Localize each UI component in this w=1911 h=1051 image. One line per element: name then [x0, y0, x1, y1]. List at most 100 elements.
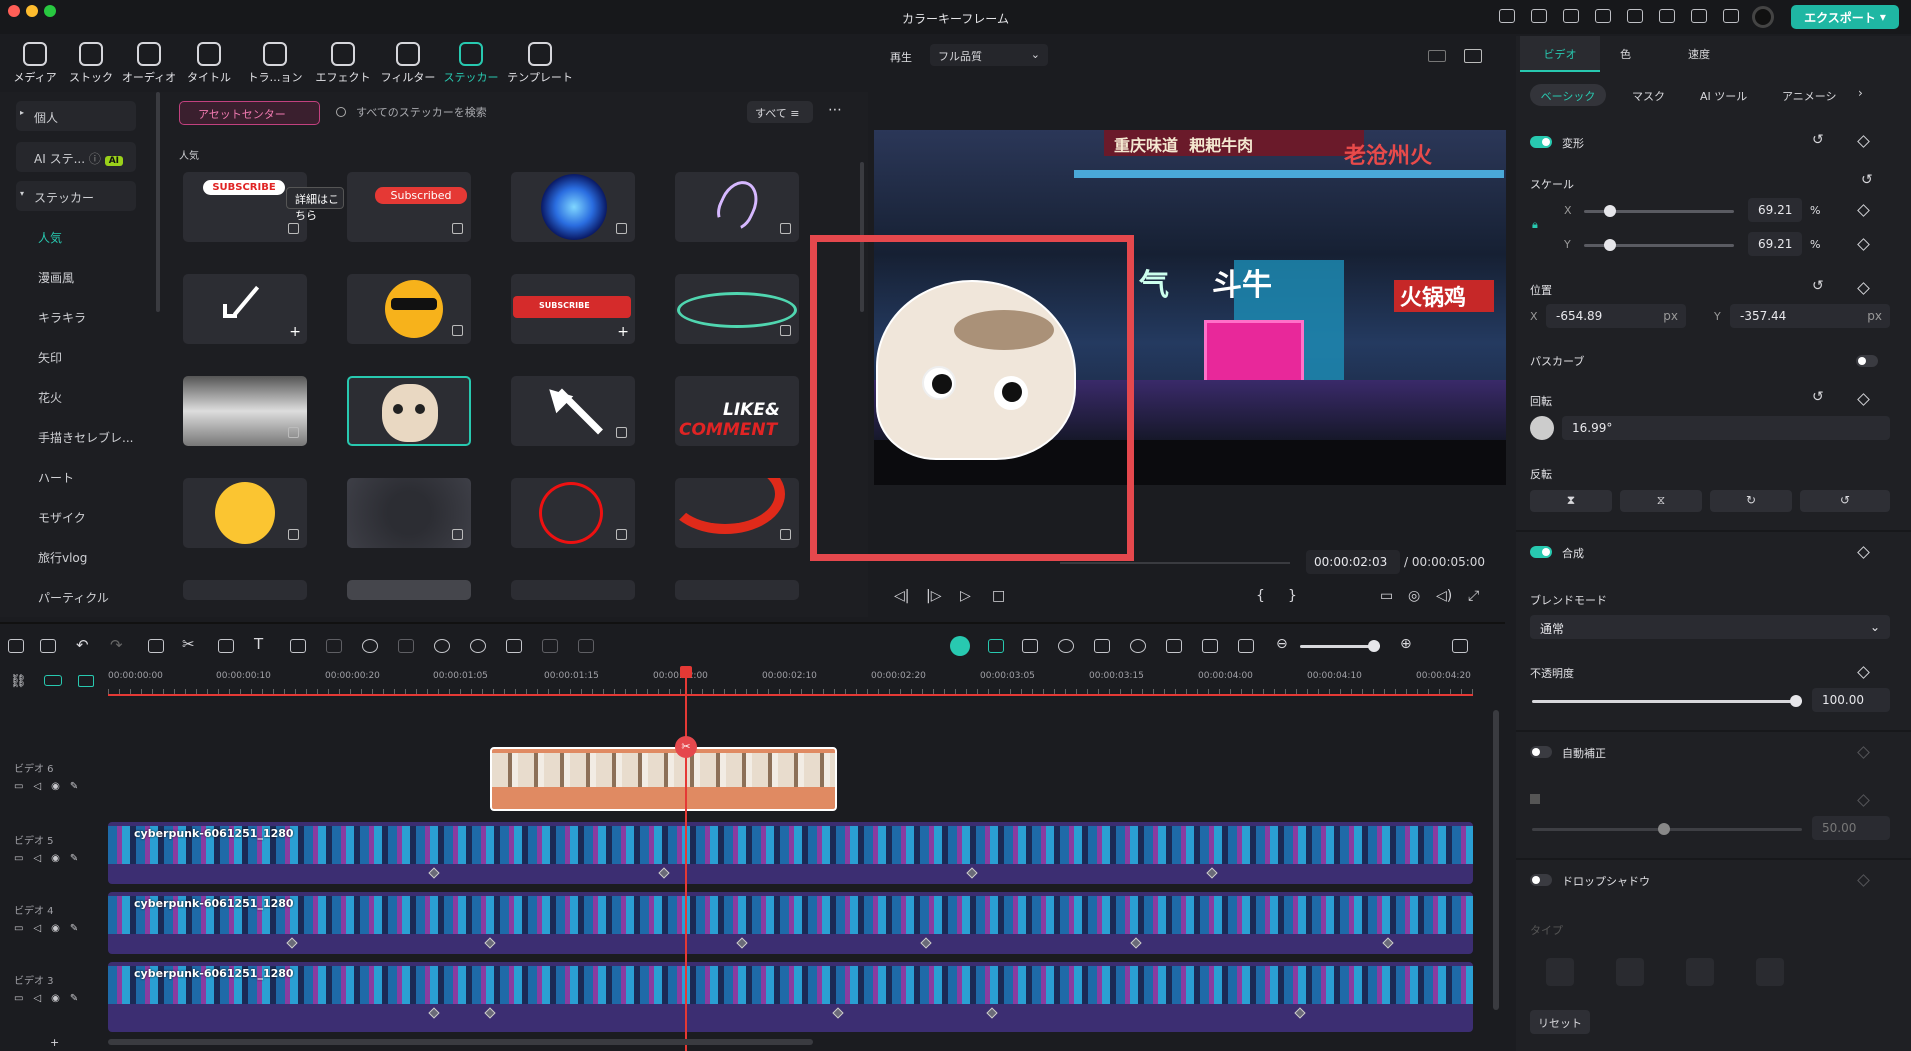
video-clip-track3[interactable]: cyberpunk-6061251_1280: [108, 962, 1473, 1032]
keyframe-icon[interactable]: [1857, 393, 1870, 406]
auto-enhance-toggle[interactable]: [1530, 746, 1552, 758]
shadow-type-option[interactable]: [1616, 958, 1644, 986]
save-icon[interactable]: [1627, 9, 1643, 23]
tab-video[interactable]: ビデオ: [1520, 36, 1600, 72]
send-icon[interactable]: [1531, 9, 1547, 23]
tab-audio[interactable]: オーディオ: [120, 36, 178, 85]
zoom-in-icon[interactable]: ⊕: [1400, 636, 1412, 652]
track-controls[interactable]: ▭◁◉✎: [14, 923, 108, 934]
timeline-h-scrollbar[interactable]: [108, 1039, 813, 1045]
crop-icon[interactable]: [218, 639, 234, 653]
magnet-icon[interactable]: [44, 675, 62, 686]
grid-icon[interactable]: [1428, 50, 1446, 62]
mark-out-icon[interactable]: }: [1288, 588, 1297, 604]
shadow-type-option[interactable]: [1756, 958, 1784, 986]
sticker-partial[interactable]: [347, 580, 471, 600]
rotate-ccw-button[interactable]: ↺: [1800, 490, 1890, 512]
shield-icon[interactable]: [1094, 639, 1110, 653]
playback-progress[interactable]: [1060, 562, 1290, 564]
redo-icon[interactable]: ↷: [110, 636, 123, 654]
sidebar-item-personal[interactable]: ▸ 個人: [16, 101, 136, 131]
tab-effects[interactable]: エフェクト: [314, 36, 372, 85]
download-icon[interactable]: [616, 427, 627, 438]
text-icon[interactable]: T: [254, 635, 263, 653]
keyframe-icon[interactable]: [1857, 546, 1870, 559]
mic-icon[interactable]: [1130, 639, 1146, 653]
media-icon[interactable]: [1563, 9, 1579, 23]
tag-icon[interactable]: [506, 639, 522, 653]
scopes-icon[interactable]: [1464, 49, 1482, 63]
download-icon[interactable]: [452, 223, 463, 234]
timeline-v-scrollbar[interactable]: [1493, 710, 1499, 1010]
sticker-like-comment[interactable]: LIKE& COMMENT: [675, 376, 799, 446]
video-clip-track5[interactable]: cyberpunk-6061251_1280: [108, 822, 1473, 884]
sticker-partial[interactable]: [675, 580, 799, 600]
tab-media[interactable]: メディア: [6, 36, 64, 85]
sidebar-item-handdrawn[interactable]: 手描きセレブレ...: [20, 421, 140, 451]
slider-knob[interactable]: [1368, 640, 1380, 652]
split-marker-icon[interactable]: ✂: [675, 736, 697, 758]
subtab-animation[interactable]: アニメーシ: [1782, 88, 1837, 104]
track-controls[interactable]: ▭◁◉✎: [14, 853, 108, 864]
cloud-icon[interactable]: [1659, 9, 1675, 23]
auto-enhance-slider[interactable]: [1532, 823, 1802, 835]
filter-dropdown[interactable]: すべて ≡: [747, 101, 813, 123]
download-icon[interactable]: [288, 223, 299, 234]
download-icon[interactable]: [288, 529, 299, 540]
rotation-dial[interactable]: [1530, 416, 1554, 440]
render-icon[interactable]: [950, 636, 970, 656]
layout-icon[interactable]: [1595, 9, 1611, 23]
play-slow-icon[interactable]: |▷: [926, 588, 941, 604]
delete-icon[interactable]: [148, 639, 164, 653]
keyframe-icon[interactable]: [1857, 238, 1870, 251]
sidebar-item-ai-sticker[interactable]: AI ステ... ⓘ AI: [16, 142, 136, 172]
snap-icon[interactable]: [988, 639, 1004, 653]
undo-icon[interactable]: ↶: [76, 636, 89, 654]
tab-filters[interactable]: フィルター: [379, 36, 437, 85]
grid-view-icon[interactable]: [1452, 639, 1468, 653]
scale-x-slider[interactable]: [1584, 205, 1734, 217]
flip-horizontal-button[interactable]: ⧗: [1530, 490, 1612, 512]
subtitle-icon[interactable]: [1166, 639, 1182, 653]
sticker-search-input[interactable]: すべてのステッカーを検索: [356, 104, 487, 120]
download-icon[interactable]: [288, 427, 299, 438]
tab-transition[interactable]: トラ…ョン: [246, 36, 304, 85]
volume-icon[interactable]: ◁): [1436, 588, 1452, 604]
speed-icon[interactable]: [362, 639, 378, 653]
zoom-out-icon[interactable]: ⊖: [1276, 636, 1288, 652]
sidebar-item-popular[interactable]: 人気: [20, 221, 140, 251]
download-icon[interactable]: [616, 529, 627, 540]
sidebar-group-stickers[interactable]: ▾ ステッカー: [16, 181, 136, 211]
download-icon[interactable]: [780, 223, 791, 234]
scale-y-input[interactable]: 69.21: [1748, 232, 1802, 256]
subtab-basic[interactable]: ベーシック: [1530, 84, 1606, 106]
playhead[interactable]: [685, 668, 687, 1051]
add-icon[interactable]: +: [617, 324, 629, 340]
sidebar-item-arrow[interactable]: 矢印: [20, 341, 140, 371]
select-icon[interactable]: [40, 639, 56, 653]
track-controls[interactable]: ▭◁◉✎: [14, 781, 108, 792]
sticker-circle-outline[interactable]: [675, 274, 799, 344]
sticker-partial[interactable]: [511, 580, 635, 600]
keyframe-icon[interactable]: [1857, 666, 1870, 679]
path-curve-toggle[interactable]: [1856, 355, 1878, 367]
sidebar-item-heart[interactable]: ハート: [20, 461, 140, 491]
link-icon[interactable]: ⛓: [10, 674, 27, 689]
support-icon[interactable]: [1691, 9, 1707, 23]
track-layout-icon[interactable]: [78, 675, 94, 687]
sidebar-item-mosaic[interactable]: モザイク: [20, 501, 140, 531]
mark-in-icon[interactable]: {: [1256, 588, 1265, 604]
flip-vertical-button[interactable]: ⧖: [1620, 490, 1702, 512]
monitor-icon[interactable]: ▭: [1380, 588, 1393, 604]
sidebar-item-sparkle[interactable]: キラキラ: [20, 301, 140, 331]
reset-icon[interactable]: ↺: [1812, 389, 1824, 405]
add-icon[interactable]: +: [289, 324, 301, 340]
sticker-blue-orb[interactable]: [511, 172, 635, 242]
cat-sticker-clip[interactable]: [490, 747, 837, 811]
ai-cut-icon[interactable]: [1058, 639, 1074, 653]
stop-icon[interactable]: □: [992, 588, 1005, 604]
transform-toggle[interactable]: [1530, 136, 1552, 148]
slider-knob[interactable]: [1790, 695, 1802, 707]
keyframe-icon[interactable]: [1857, 135, 1870, 148]
quality-dropdown[interactable]: フル品質 ⌄: [930, 44, 1048, 66]
